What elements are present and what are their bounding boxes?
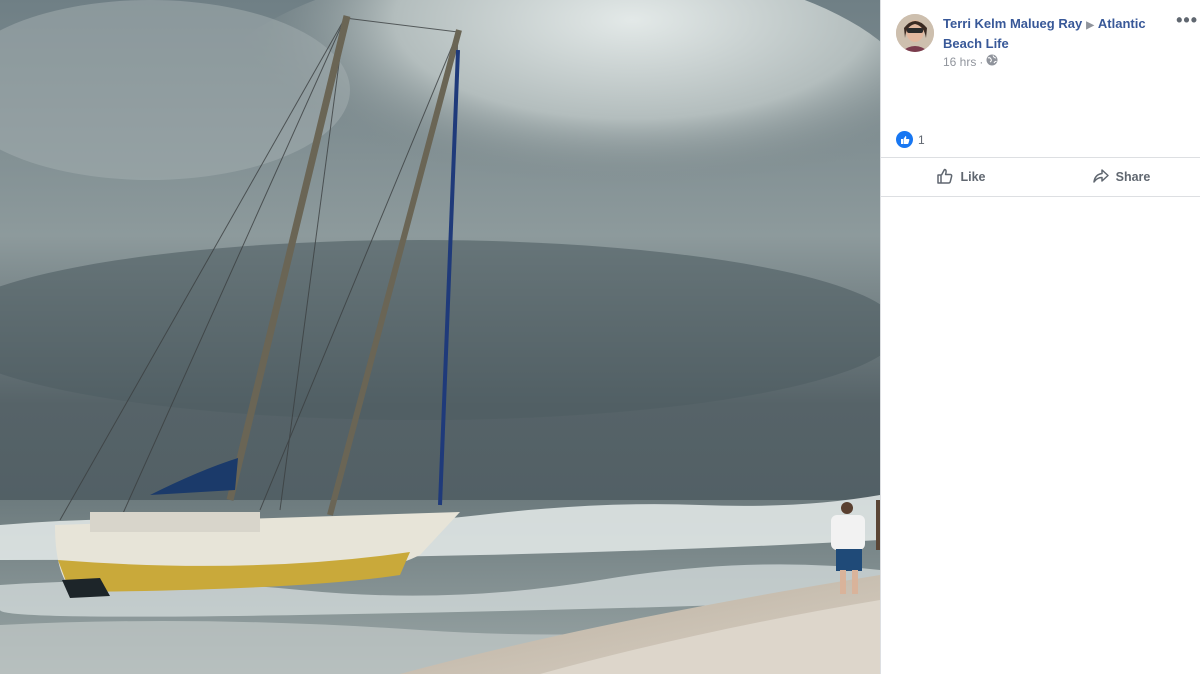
avatar-image [896,14,934,52]
like-label: Like [960,170,986,184]
author-link[interactable]: Terri Kelm Malueg Ray [943,16,1082,31]
post-header: Terri Kelm Malueg Ray ▶ Atlantic Beach Lif… [943,15,1163,53]
share-button[interactable]: Share [1041,158,1200,196]
like-reaction-icon [896,131,913,148]
post-photo[interactable] [0,0,880,674]
share-label: Share [1115,170,1151,184]
share-arrow-icon [1092,167,1110,188]
reaction-count: 1 [918,132,925,147]
caret-right-icon: ▶ [1086,20,1094,31]
reactions-summary[interactable]: 1 [896,131,925,148]
timestamp-link[interactable]: 16 hrs [943,55,976,69]
post-meta: 16 hrs · [943,54,998,69]
more-options-icon[interactable]: ••• [1176,10,1198,31]
thumbs-up-icon [936,167,954,188]
post-actions: Like Share [881,157,1200,197]
post-sidebar: Terri Kelm Malueg Ray ▶ Atlantic Beach Lif… [880,0,1200,674]
meta-separator: · [979,54,984,69]
avatar[interactable] [896,14,934,52]
globe-icon[interactable] [986,54,998,69]
like-button[interactable]: Like [881,158,1041,196]
